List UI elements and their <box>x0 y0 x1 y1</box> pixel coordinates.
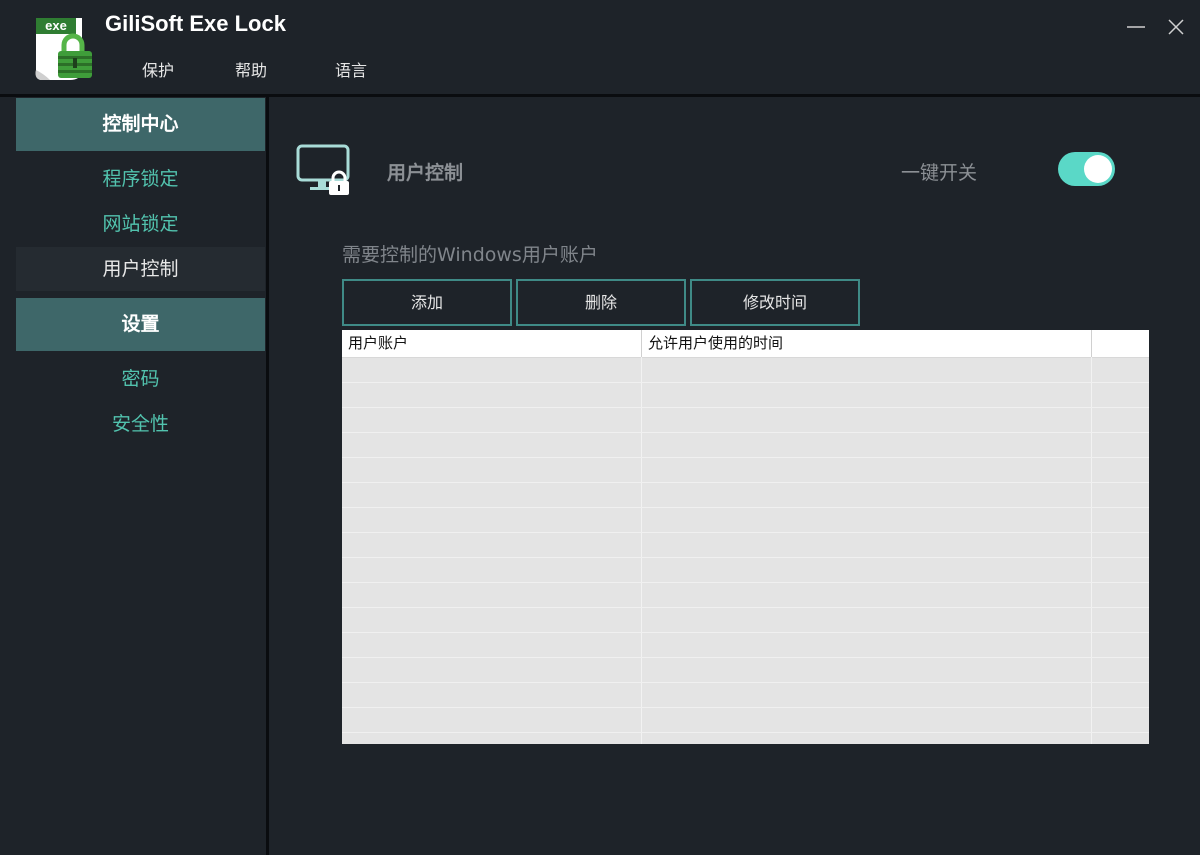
table-row-divider <box>342 707 1149 708</box>
table-row-divider <box>342 682 1149 683</box>
column-header-allowed-time[interactable]: 允许用户使用的时间 <box>642 330 1092 357</box>
table-row-divider <box>342 432 1149 433</box>
modify-time-button[interactable]: 修改时间 <box>690 279 860 326</box>
sidebar-item-password[interactable]: 密码 <box>16 357 265 401</box>
menu-protect[interactable]: 保护 <box>142 57 174 81</box>
table-row-divider <box>342 657 1149 658</box>
table-row-divider <box>342 382 1149 383</box>
app-logo-icon: exe <box>35 18 92 80</box>
table-row-divider <box>342 732 1149 733</box>
delete-button[interactable]: 删除 <box>516 279 686 326</box>
sidebar-item-security[interactable]: 安全性 <box>16 402 265 446</box>
table-header: 用户账户 允许用户使用的时间 <box>342 330 1149 358</box>
accounts-subtitle: 需要控制的Windows用户账户 <box>342 244 598 266</box>
sidebar-item-program-lock[interactable]: 程序锁定 <box>16 157 265 201</box>
table-row-divider <box>342 607 1149 608</box>
table-row-divider <box>342 457 1149 458</box>
column-header-user-account[interactable]: 用户账户 <box>342 330 642 357</box>
user-accounts-table[interactable]: 用户账户 允许用户使用的时间 <box>342 330 1149 744</box>
table-row-divider <box>342 532 1149 533</box>
column-divider <box>1091 357 1092 744</box>
table-row-divider <box>342 407 1149 408</box>
sidebar-header-control-center[interactable]: 控制中心 <box>16 98 265 151</box>
table-row-divider <box>342 482 1149 483</box>
title-bar: exe GiliSoft Exe Lock 保护 帮助 语言 <box>0 0 1200 94</box>
toggle-knob <box>1084 155 1112 183</box>
master-toggle-label: 一键开关 <box>901 162 978 184</box>
svg-text:exe: exe <box>45 18 67 33</box>
sidebar: 控制中心 程序锁定 网站锁定 用户控制 设置 密码 安全性 <box>0 97 266 855</box>
table-row-divider <box>342 507 1149 508</box>
column-header-filler <box>1092 330 1149 357</box>
sidebar-item-user-control[interactable]: 用户控制 <box>16 247 265 291</box>
table-row-divider <box>342 557 1149 558</box>
minimize-icon[interactable] <box>1123 14 1149 40</box>
app-title: GiliSoft Exe Lock <box>105 11 286 36</box>
column-divider <box>641 357 642 744</box>
menu-language[interactable]: 语言 <box>335 57 367 81</box>
table-row-divider <box>342 582 1149 583</box>
sidebar-item-website-lock[interactable]: 网站锁定 <box>16 202 265 246</box>
menu-help[interactable]: 帮助 <box>235 57 267 81</box>
monitor-lock-icon <box>296 144 350 195</box>
sidebar-header-settings[interactable]: 设置 <box>16 298 265 351</box>
table-row-divider <box>342 632 1149 633</box>
master-toggle-switch[interactable] <box>1058 152 1115 186</box>
close-icon[interactable] <box>1163 14 1189 40</box>
page-title: 用户控制 <box>387 162 464 184</box>
add-button[interactable]: 添加 <box>342 279 512 326</box>
